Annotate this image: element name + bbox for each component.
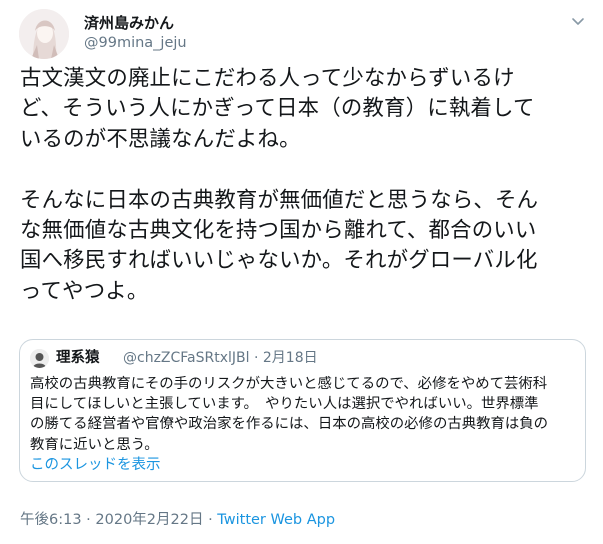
author-avatar[interactable] <box>19 9 69 59</box>
tweet-timestamp[interactable]: 午後6:13 · 2020年2月22日 <box>20 512 203 528</box>
quoted-display-name[interactable]: 理系猿 <box>56 348 100 368</box>
avatar-illustration <box>30 349 49 368</box>
footer-separator: · <box>203 512 218 528</box>
chevron-down-icon[interactable] <box>568 14 588 30</box>
avatar-illustration <box>19 9 69 59</box>
quoted-avatar[interactable] <box>30 349 49 368</box>
show-thread-link[interactable]: このスレッドを表示 <box>30 455 161 475</box>
author-handle[interactable]: @99mina_jeju <box>84 33 187 53</box>
source-app-link[interactable]: Twitter Web App <box>217 512 335 528</box>
quoted-handle-date: @chzZCFaSRtxlJBl · 2月18日 <box>123 350 318 366</box>
tweet-text: 古文漢文の廃止にこだわる人って少なからずいるけ ど、そういう人にかぎって日本（の… <box>20 66 539 304</box>
quoted-tweet[interactable]: 理系猿 @chzZCFaSRtxlJBl · 2月18日 高校の古典教育にその手… <box>19 339 586 482</box>
author-display-name[interactable]: 済州島みかん <box>84 13 174 33</box>
quoted-text: 高校の古典教育にその手のリスクが大きいと感じてるので、必修をやめて芸術科 目にし… <box>30 376 549 453</box>
tweet-footer: 午後6:13 · 2020年2月22日 · Twitter Web App <box>20 510 335 530</box>
